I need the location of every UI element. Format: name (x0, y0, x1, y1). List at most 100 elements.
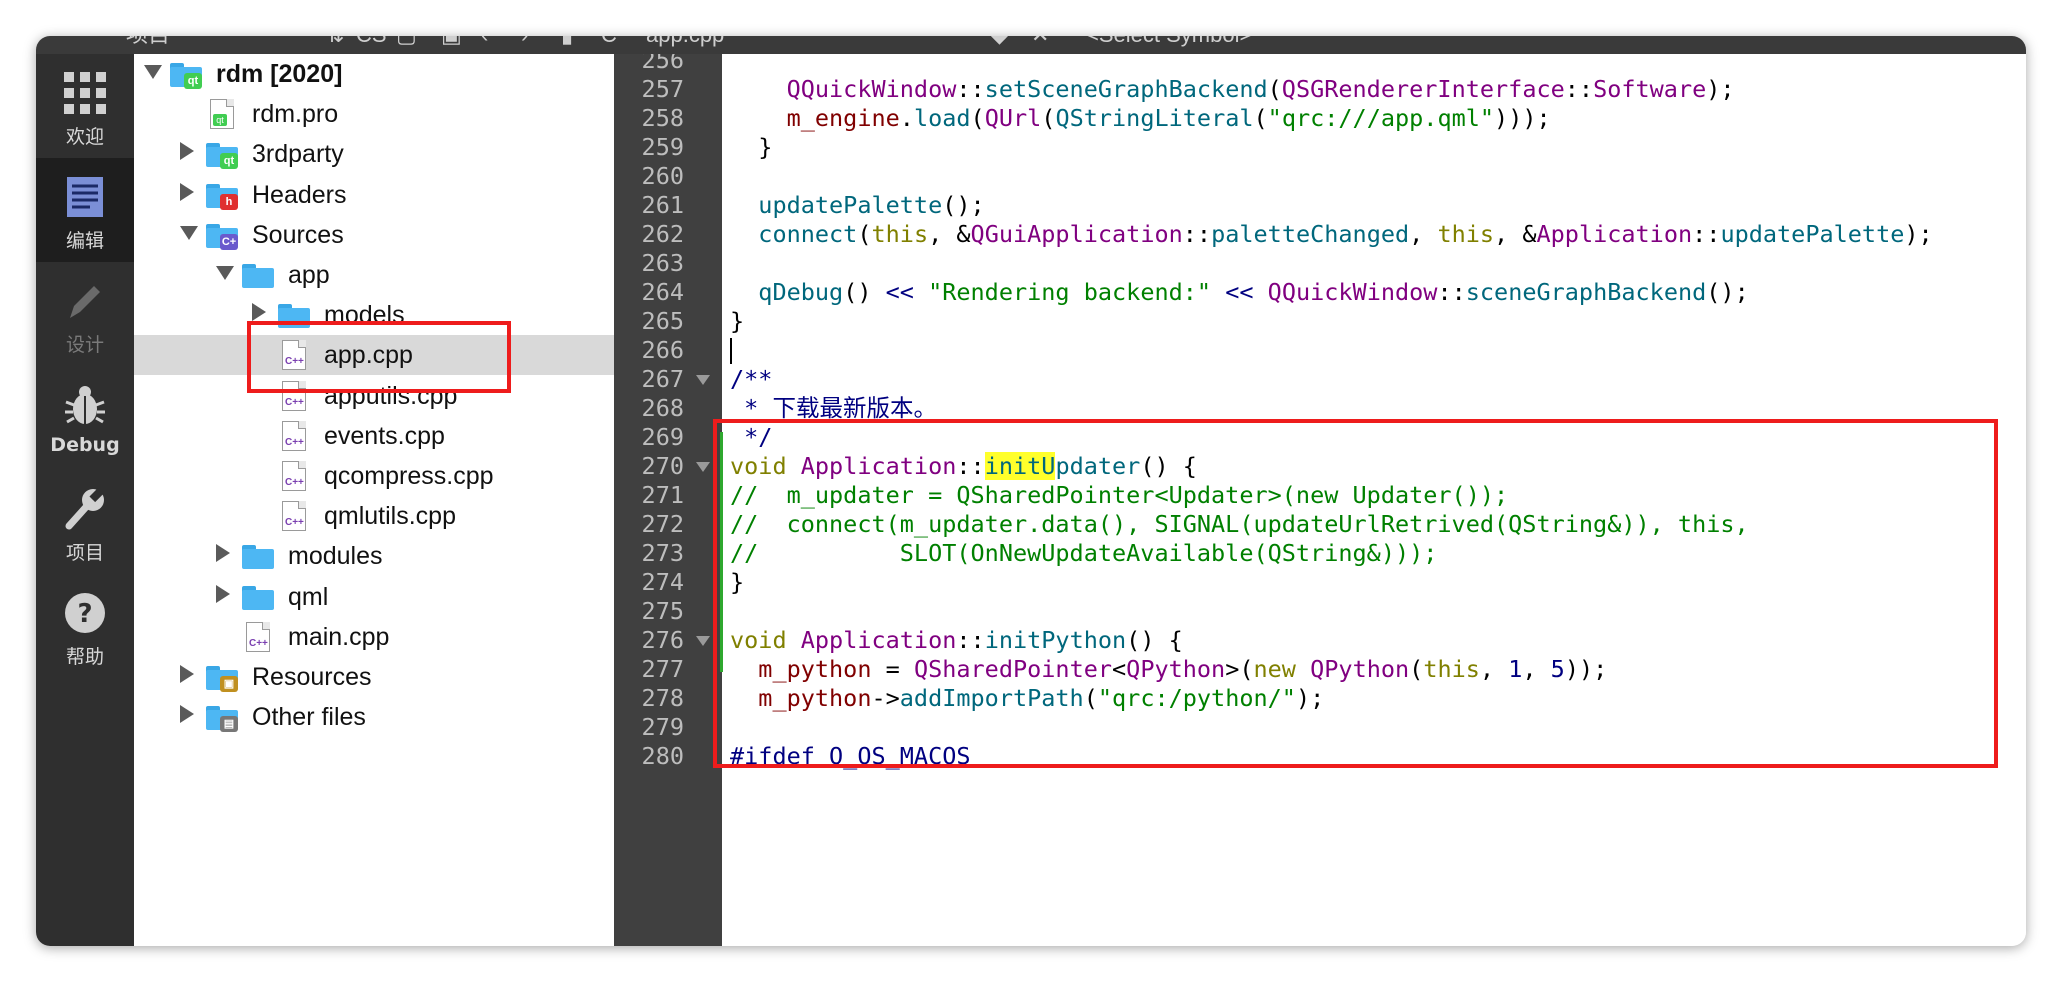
mode-label: 项目 (65, 542, 104, 564)
pencil-icon (70, 286, 100, 318)
text-cursor (730, 338, 732, 364)
tree-item[interactable]: qt 3rdparty (134, 134, 614, 174)
mode-debug[interactable]: Debug (36, 366, 134, 470)
cpp-file-icon: C++ (282, 421, 306, 451)
mode-projects[interactable]: 项目 (36, 470, 134, 574)
code-token: . (899, 104, 914, 132)
combo-arrow-icon[interactable]: ◆ (991, 36, 1008, 50)
tree-item-label: events.cpp (324, 422, 445, 450)
code-token: << (885, 278, 914, 306)
expand-arrow-right-icon[interactable] (180, 142, 194, 160)
nav-forward-icon[interactable]: › (521, 36, 528, 50)
line-number: 263 (641, 249, 684, 277)
symbol-combo[interactable]: <Select Symbol> (1086, 36, 1252, 50)
tree-item[interactable]: qt rdm [2020] (134, 54, 614, 94)
expand-arrow-right-icon[interactable] (180, 705, 194, 723)
code-token: ( (857, 220, 872, 248)
expand-arrow-down-icon[interactable] (216, 266, 234, 280)
line-number: 274 (641, 568, 684, 596)
code-line[interactable]: 260 (614, 162, 2026, 191)
tree-item[interactable]: C++ events.cpp (134, 416, 614, 456)
expand-arrow-right-icon[interactable] (252, 303, 266, 321)
open-file-combo[interactable]: app.cpp (646, 36, 724, 50)
code-line[interactable]: 267 /** (614, 365, 2026, 394)
line-number: 279 (641, 713, 684, 741)
cpp-file-icon: C++ (246, 622, 270, 652)
tree-item[interactable]: C++ qmlutils.cpp (134, 496, 614, 536)
toolbar-project-combo[interactable]: 项目 (126, 36, 170, 50)
tree-item-label: Sources (252, 221, 344, 249)
mode-design[interactable]: 设计 (36, 262, 134, 366)
project-tree: qt rdm [2020] qt rdm.pro qt 3rdparty h Headers C… (134, 54, 614, 946)
close-file-icon[interactable]: ✕ (1031, 36, 1049, 50)
tree-item[interactable]: C++ qcompress.cpp (134, 456, 614, 496)
code-line[interactable]: 257 QQuickWindow::setSceneGraphBackend(Q… (614, 75, 2026, 104)
highlight-box-init-updater (713, 419, 1998, 768)
line-number: 273 (641, 539, 684, 567)
tree-item[interactable]: C++ main.cpp (134, 617, 614, 657)
code-line[interactable]: 263 (614, 249, 2026, 278)
code-token: :: (1564, 75, 1594, 103)
code-token: () (843, 278, 886, 306)
code-line[interactable]: 262 connect(this, &QGuiApplication::pale… (614, 220, 2026, 249)
mode-selector: 欢迎 编辑 设计 Debug 项目 ? 帮助 (36, 54, 134, 946)
mode-help[interactable]: ? 帮助 (36, 574, 134, 678)
line-number: 272 (641, 510, 684, 538)
code-line[interactable]: 259 } (614, 133, 2026, 162)
toolbar-cs-button[interactable]: CS (356, 36, 387, 50)
tree-item[interactable]: C+ Sources (134, 215, 614, 255)
tree-item[interactable]: app (134, 255, 614, 295)
fold-marker-icon[interactable] (696, 462, 710, 472)
fold-marker-icon[interactable] (696, 375, 710, 385)
code-token: updatePalette (1720, 220, 1905, 248)
mode-welcome[interactable]: 欢迎 (36, 54, 134, 158)
tree-item[interactable]: ▤ Other files (134, 697, 614, 737)
code-token: QGuiApplication (970, 220, 1183, 248)
code-line[interactable]: 256 (614, 54, 2026, 75)
code-line[interactable]: 265} (614, 307, 2026, 336)
tree-item[interactable]: qml (134, 577, 614, 617)
tree-item[interactable]: modules (134, 536, 614, 576)
code-token: (); (942, 191, 985, 219)
code-token: this (1437, 220, 1495, 248)
tree-item-label: qmlutils.cpp (324, 502, 456, 530)
header-folder-icon: h (206, 184, 238, 210)
nav-back-icon[interactable]: ‹ (481, 36, 488, 50)
toolbar-split-icon[interactable]: ▢ (396, 36, 417, 50)
expand-arrow-down-icon[interactable] (144, 65, 162, 79)
code-token: paletteChanged (1211, 220, 1410, 248)
code-token: m_engine (786, 104, 900, 132)
tree-item[interactable]: qt rdm.pro (134, 94, 614, 134)
code-line[interactable]: 266 (614, 336, 2026, 365)
code-line[interactable]: 264 qDebug() << "Rendering backend:" << … (614, 278, 2026, 307)
expand-arrow-right-icon[interactable] (216, 585, 230, 603)
code-token: QQuickWindow (1267, 278, 1438, 306)
expand-arrow-right-icon[interactable] (216, 544, 230, 562)
line-number: 262 (641, 220, 684, 248)
mode-edit[interactable]: 编辑 (36, 158, 134, 262)
line-number: 276 (641, 626, 684, 654)
help-icon: ? (65, 593, 105, 633)
expand-arrow-right-icon[interactable] (180, 183, 194, 201)
line-number: 264 (641, 278, 684, 306)
tree-item[interactable]: h Headers (134, 175, 614, 215)
code-token: connect (758, 220, 858, 248)
code-line[interactable]: 261 updatePalette(); (614, 191, 2026, 220)
code-line[interactable]: 258 m_engine.load(QUrl(QStringLiteral("q… (614, 104, 2026, 133)
code-token: ))); (1494, 104, 1551, 132)
tree-item[interactable]: ▣ Resources (134, 657, 614, 697)
expand-arrow-right-icon[interactable] (180, 665, 194, 683)
code-token: "qrc:///app.qml" (1267, 104, 1495, 132)
toolbar-sync-icon[interactable]: ⇅ (326, 36, 344, 50)
tree-item-label: main.cpp (288, 623, 390, 651)
toolbar-close-pane-icon[interactable]: ▣ (441, 36, 462, 50)
tree-item-label: Headers (252, 181, 347, 209)
expand-arrow-down-icon[interactable] (180, 226, 198, 240)
code-text: } (730, 133, 772, 162)
fold-marker-icon[interactable] (696, 636, 710, 646)
line-number: 280 (641, 742, 684, 770)
tree-item-label: app (288, 261, 330, 289)
